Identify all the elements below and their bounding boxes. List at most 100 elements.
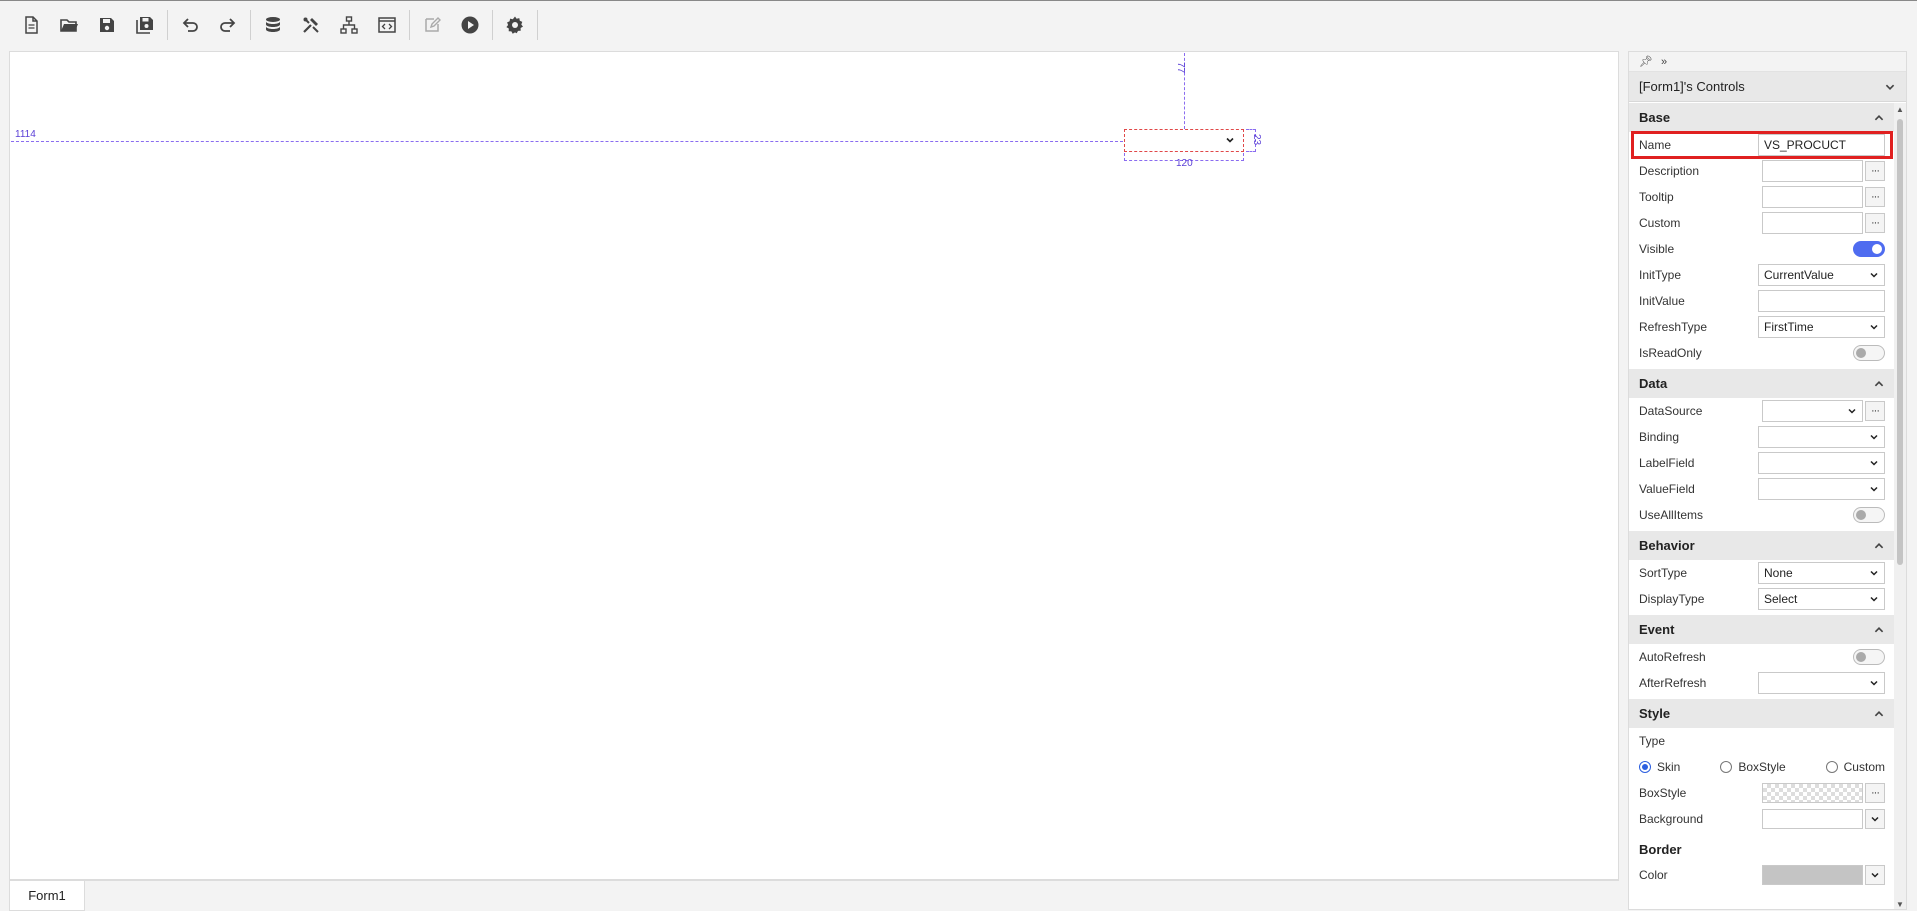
- property-label: SortType: [1639, 566, 1688, 580]
- left-guide-line: [11, 141, 1123, 142]
- description-input[interactable]: [1762, 160, 1863, 182]
- section-base[interactable]: Base: [1629, 103, 1895, 132]
- edit-button[interactable]: [413, 6, 451, 44]
- chevron-down-icon: [1871, 872, 1879, 878]
- section-title: Behavior: [1639, 538, 1695, 553]
- properties-list: Base Name VS_PROCUCT Description ··· Too…: [1629, 103, 1895, 909]
- section-data[interactable]: Data: [1629, 369, 1895, 398]
- useallitems-toggle[interactable]: [1853, 507, 1885, 523]
- radio-label: Custom: [1843, 760, 1885, 774]
- radio-boxstyle[interactable]: BoxStyle: [1720, 760, 1786, 774]
- panel-scrollbar[interactable]: ▲ ▼: [1894, 103, 1906, 909]
- property-label: InitType: [1639, 268, 1682, 282]
- properties-panel: 📌︎ » [Form1]'s Controls Base Name VS_PRO…: [1628, 51, 1907, 910]
- play-icon: [461, 16, 479, 34]
- hierarchy-button[interactable]: [330, 6, 368, 44]
- chevron-down-icon: [1226, 137, 1234, 143]
- radio-label: Skin: [1657, 760, 1681, 774]
- chevron-up-icon: [1874, 542, 1884, 548]
- undo-button[interactable]: [171, 6, 209, 44]
- section-behavior[interactable]: Behavior: [1629, 531, 1895, 560]
- section-event[interactable]: Event: [1629, 615, 1895, 644]
- binding-select[interactable]: [1758, 426, 1885, 448]
- boxstyle-preview[interactable]: [1762, 783, 1863, 803]
- new-file-button[interactable]: [12, 6, 50, 44]
- width-label: 120: [1176, 158, 1193, 169]
- select-value: FirstTime: [1764, 320, 1814, 334]
- property-isreadonly-row: IsReadOnly: [1629, 340, 1895, 366]
- property-label: DisplayType: [1639, 592, 1705, 606]
- property-tooltip-row: Tooltip ···: [1629, 184, 1895, 210]
- inittype-select[interactable]: CurrentValue: [1758, 264, 1885, 286]
- property-background-row: Background: [1629, 806, 1895, 832]
- design-canvas[interactable]: 1114 77 120 23: [9, 51, 1619, 880]
- redo-button[interactable]: [209, 6, 247, 44]
- datasource-select[interactable]: [1762, 400, 1863, 422]
- valuefield-select[interactable]: [1758, 478, 1885, 500]
- controls-dropdown[interactable]: [Form1]'s Controls: [1629, 72, 1906, 102]
- database-button[interactable]: [254, 6, 292, 44]
- tab-form1[interactable]: Form1: [9, 881, 85, 911]
- ellipsis-button[interactable]: ···: [1865, 213, 1885, 233]
- ellipsis-button[interactable]: ···: [1865, 783, 1885, 803]
- open-button[interactable]: [50, 6, 88, 44]
- panel-pin-bar: 📌︎ »: [1629, 52, 1906, 72]
- collapse-panel-icon[interactable]: »: [1661, 56, 1667, 68]
- section-title: Data: [1639, 376, 1668, 391]
- toolbar-separator: [409, 10, 410, 40]
- ellipsis-button[interactable]: ···: [1865, 401, 1885, 421]
- height-label: 23: [1251, 134, 1262, 146]
- undo-icon: [182, 18, 198, 32]
- tools-button[interactable]: [292, 6, 330, 44]
- chevron-down-icon: [1870, 272, 1878, 278]
- background-color-input[interactable]: [1762, 809, 1863, 829]
- refreshtype-select[interactable]: FirstTime: [1758, 316, 1885, 338]
- chevron-down-icon: [1870, 460, 1878, 466]
- open-folder-icon: [60, 19, 78, 32]
- border-color-input[interactable]: [1762, 865, 1863, 885]
- section-style[interactable]: Style: [1629, 699, 1895, 728]
- isreadonly-toggle[interactable]: [1853, 345, 1885, 361]
- code-window-button[interactable]: [368, 6, 406, 44]
- displaytype-select[interactable]: Select: [1758, 588, 1885, 610]
- radio-custom[interactable]: Custom: [1825, 760, 1885, 774]
- chevron-down-icon: [1870, 680, 1878, 686]
- scroll-thumb[interactable]: [1897, 119, 1903, 565]
- labelfield-select[interactable]: [1758, 452, 1885, 474]
- property-label: Binding: [1639, 430, 1680, 444]
- name-input[interactable]: VS_PROCUCT: [1758, 134, 1885, 156]
- property-label: UseAllItems: [1639, 508, 1704, 522]
- panel-title: [Form1]'s Controls: [1639, 79, 1745, 94]
- initvalue-input[interactable]: [1758, 290, 1885, 312]
- border-color-dropdown-button[interactable]: [1865, 865, 1885, 885]
- afterrefresh-select[interactable]: [1758, 672, 1885, 694]
- custom-input[interactable]: [1762, 212, 1863, 234]
- radio-skin[interactable]: Skin: [1639, 760, 1680, 774]
- property-label: Description: [1639, 164, 1700, 178]
- background-dropdown-button[interactable]: [1865, 809, 1885, 829]
- toolbar-separator: [167, 10, 168, 40]
- run-button[interactable]: [451, 6, 489, 44]
- top-offset-label: 77: [1175, 62, 1186, 74]
- visible-toggle[interactable]: [1853, 241, 1885, 257]
- property-boxstyle-row: BoxStyle ···: [1629, 780, 1895, 806]
- style-type-label: Type: [1639, 734, 1666, 748]
- form-tab-bar: Form1: [9, 880, 1619, 911]
- new-file-icon: [25, 16, 38, 34]
- hierarchy-icon: [340, 16, 358, 34]
- save-button[interactable]: [88, 6, 126, 44]
- ellipsis-button[interactable]: ···: [1865, 161, 1885, 181]
- chevron-down-icon: [1885, 84, 1895, 90]
- selected-combobox-control[interactable]: [1124, 129, 1244, 152]
- scroll-up-icon[interactable]: ▲: [1896, 105, 1904, 114]
- autorefresh-toggle[interactable]: [1853, 649, 1885, 665]
- scroll-down-icon[interactable]: ▼: [1896, 900, 1904, 909]
- save-all-button[interactable]: [126, 6, 164, 44]
- ellipsis-button[interactable]: ···: [1865, 187, 1885, 207]
- pin-icon[interactable]: 📌︎: [1639, 55, 1653, 68]
- property-label: ValueField: [1639, 482, 1695, 496]
- tooltip-input[interactable]: [1762, 186, 1863, 208]
- radio-dot: [1639, 761, 1651, 773]
- sorttype-select[interactable]: None: [1758, 562, 1885, 584]
- settings-button[interactable]: [496, 6, 534, 44]
